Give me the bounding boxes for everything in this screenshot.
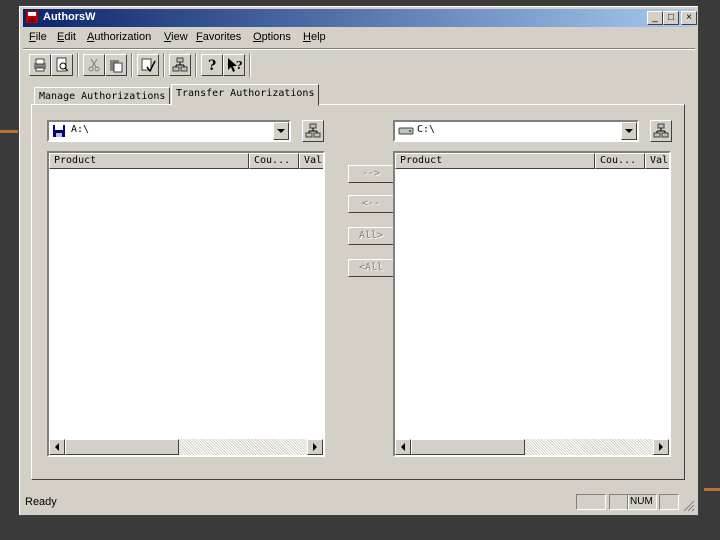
column-header-count[interactable]: Cou...	[249, 153, 299, 169]
app-icon	[25, 10, 39, 24]
column-header-count[interactable]: Cou...	[595, 153, 645, 169]
transfer-all-right-button[interactable]: All>	[348, 227, 394, 245]
scroll-left-icon[interactable]	[49, 439, 65, 455]
hard-drive-icon	[398, 124, 414, 141]
desktop-mark-left	[0, 130, 18, 133]
status-text: Ready	[25, 496, 57, 508]
column-header-valid[interactable]: Vali	[299, 153, 323, 169]
menu-favorites[interactable]: Favorites	[196, 31, 241, 43]
toolbar-divider	[163, 53, 165, 77]
status-bar: Ready NUM	[23, 492, 695, 512]
destination-drive-select[interactable]: C:\	[393, 120, 639, 142]
dropdown-arrow-icon[interactable]	[273, 122, 289, 140]
title-bar[interactable]: AuthorsW _ □ ×	[23, 9, 697, 27]
destination-drive-value: C:\	[417, 124, 436, 135]
transfer-all-left-button[interactable]: <All	[348, 259, 394, 277]
status-panel-num: NUM	[627, 494, 657, 510]
transfer-left-button[interactable]: <--	[348, 195, 394, 213]
desktop-mark-right	[704, 488, 720, 491]
transfer-panel: A:\ C:\ Product Cou... Vali	[31, 104, 685, 480]
toolbar-divider	[77, 53, 79, 77]
source-drive-value: A:\	[71, 124, 90, 135]
toolbar-divider	[249, 53, 251, 77]
scroll-right-icon[interactable]	[653, 439, 669, 455]
source-network-button[interactable]	[302, 120, 324, 142]
status-panel-blank	[609, 494, 629, 510]
resize-grip-icon[interactable]	[681, 498, 695, 512]
toolbar-separator	[23, 48, 695, 50]
cut-icon[interactable]	[83, 54, 105, 76]
scroll-right-icon[interactable]	[307, 439, 323, 455]
network-icon[interactable]	[169, 54, 191, 76]
print-icon[interactable]	[29, 54, 51, 76]
source-horizontal-scrollbar[interactable]	[49, 439, 323, 455]
status-panel-caps	[576, 494, 606, 510]
svg-text:?: ?	[236, 59, 242, 72]
scroll-thumb[interactable]	[411, 439, 525, 455]
source-product-list[interactable]: Product Cou... Vali	[47, 151, 325, 457]
destination-network-button[interactable]	[650, 120, 672, 142]
paste-icon[interactable]	[105, 54, 127, 76]
menu-view[interactable]: View	[164, 31, 188, 43]
toolbar-divider	[131, 53, 133, 77]
menu-help[interactable]: Help	[303, 31, 326, 43]
print-preview-icon[interactable]	[51, 54, 73, 76]
transfer-right-button[interactable]: -->	[348, 165, 394, 183]
floppy-icon	[52, 124, 66, 141]
column-header-valid[interactable]: Vali	[645, 153, 669, 169]
dropdown-arrow-icon[interactable]	[621, 122, 637, 140]
close-button[interactable]: ×	[681, 11, 697, 25]
destination-horizontal-scrollbar[interactable]	[395, 439, 669, 455]
column-header-product[interactable]: Product	[49, 153, 249, 169]
destination-product-list[interactable]: Product Cou... Vali	[393, 151, 671, 457]
menu-options[interactable]: Options	[253, 31, 291, 43]
toolbar-divider	[195, 53, 197, 77]
column-header-product[interactable]: Product	[395, 153, 595, 169]
main-window: AuthorsW _ □ × File Edit Authorization V…	[19, 6, 699, 516]
window-title: AuthorsW	[43, 11, 96, 23]
maximize-button[interactable]: □	[663, 11, 679, 25]
menu-authorization[interactable]: Authorization	[87, 31, 151, 43]
scroll-thumb[interactable]	[65, 439, 179, 455]
menu-edit[interactable]: Edit	[57, 31, 76, 43]
help-icon[interactable]: ?	[201, 54, 223, 76]
tab-transfer-authorizations[interactable]: Transfer Authorizations	[171, 84, 320, 106]
source-drive-select[interactable]: A:\	[47, 120, 291, 142]
scroll-left-icon[interactable]	[395, 439, 411, 455]
menu-file[interactable]: File	[29, 31, 47, 43]
svg-text:?: ?	[208, 58, 216, 73]
minimize-button[interactable]: _	[647, 11, 663, 25]
toolbar: ? ?	[23, 51, 695, 79]
status-panel-scroll	[659, 494, 679, 510]
context-help-icon[interactable]: ?	[223, 54, 245, 76]
filter-icon[interactable]	[137, 54, 159, 76]
